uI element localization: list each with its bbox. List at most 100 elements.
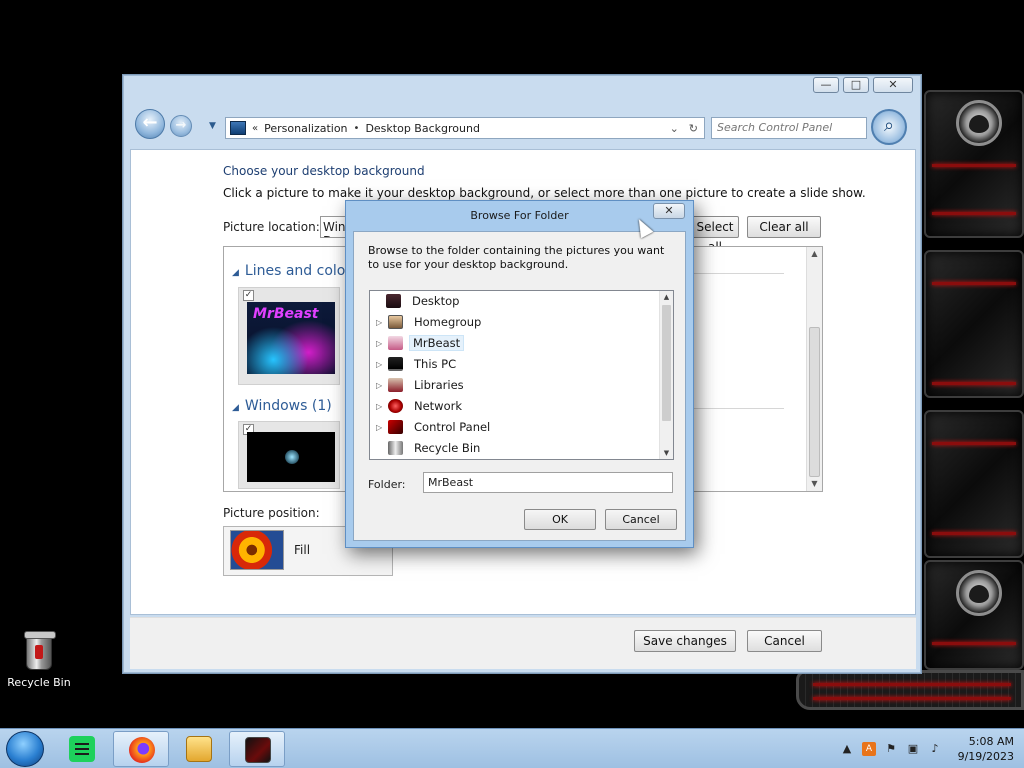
control-panel-icon	[230, 121, 246, 135]
homegroup-icon	[388, 315, 403, 329]
picture-checkbox[interactable]: ✓	[243, 290, 254, 301]
action-center-flag-icon[interactable]: ⚑	[884, 742, 898, 756]
clock-time: 5:08 AM	[968, 735, 1014, 748]
forward-arrow-icon: →	[175, 118, 187, 133]
ok-button[interactable]: OK	[524, 509, 596, 530]
breadcrumb-personalization[interactable]: Personalization	[264, 122, 347, 135]
tree-item-network[interactable]: ▷ Network	[376, 396, 467, 416]
expand-arrow-icon[interactable]: ▷	[376, 339, 388, 348]
picture-list-scrollbar[interactable]: ▲ ▼	[806, 247, 822, 491]
back-arrow-icon: ←	[142, 112, 158, 133]
libraries-icon	[388, 378, 403, 392]
refresh-icon[interactable]: ↻	[689, 122, 698, 135]
picture-thumbnail[interactable]: ✓	[238, 287, 340, 385]
forward-button[interactable]: →	[170, 115, 192, 137]
network-icon	[388, 399, 403, 413]
desktop-icon	[386, 294, 401, 308]
folder-label: Folder:	[368, 478, 406, 491]
tree-item-recycle-bin[interactable]: Recycle Bin	[376, 438, 485, 458]
alien-logo-icon	[956, 100, 1002, 146]
recent-pages-dropdown[interactable]: ▼	[209, 121, 216, 131]
taskbar-notes-app[interactable]	[54, 731, 110, 767]
folder-input[interactable]: MrBeast	[423, 472, 673, 493]
firefox-icon	[129, 737, 155, 763]
dialog-cancel-button[interactable]: Cancel	[605, 509, 677, 530]
search-icon: ⌕	[883, 115, 895, 136]
desktop-icon-label: Recycle Bin	[7, 676, 71, 689]
desktop-recycle-bin[interactable]: Recycle Bin	[4, 631, 74, 689]
collapse-triangle-icon: ◢	[232, 268, 239, 278]
taskbar-file-explorer[interactable]	[171, 731, 227, 767]
mrbeast-wallpaper-image	[247, 302, 335, 374]
dialog-close-button[interactable]: ✕	[653, 203, 685, 219]
scroll-down-arrow-icon[interactable]: ▼	[660, 447, 673, 459]
start-button[interactable]	[6, 731, 44, 767]
taskbar-firefox[interactable]	[113, 731, 169, 767]
user-folder-icon	[388, 336, 403, 350]
recycle-bin-icon	[24, 631, 56, 670]
expand-arrow-icon[interactable]: ▷	[376, 423, 388, 432]
address-bar[interactable]: « Personalization • Desktop Background ⌄…	[225, 117, 705, 139]
save-changes-button[interactable]: Save changes	[634, 630, 736, 652]
folder-tree[interactable]: Desktop ▷ Homegroup ▷ MrBeast ▷ This PC ▷ Li…	[369, 290, 674, 460]
scrollbar-thumb[interactable]	[809, 327, 820, 477]
breadcrumb-desktop-background[interactable]: Desktop Background	[365, 122, 480, 135]
taskbar-media-app[interactable]	[229, 731, 285, 767]
group-header-windows[interactable]: ◢ Windows (1)	[232, 398, 332, 414]
search-input[interactable]: Search Control Panel	[711, 117, 867, 139]
maximize-button[interactable]: □	[843, 77, 869, 93]
tree-item-control-panel[interactable]: ▷ Control Panel	[376, 417, 495, 437]
folder-tree-scrollbar[interactable]: ▲ ▼	[659, 291, 673, 459]
system-tray: ▲ A ⚑ ▣ ♪ 5:08 AM 9/19/2023	[840, 729, 1024, 768]
tree-item-libraries[interactable]: ▷ Libraries	[376, 375, 469, 395]
windows-wallpaper-image	[247, 432, 335, 482]
position-preview-image	[230, 530, 284, 570]
gadget-panel	[924, 410, 1024, 558]
expand-arrow-icon[interactable]: ▷	[376, 318, 388, 327]
tree-item-mrbeast[interactable]: ▷ MrBeast	[376, 333, 465, 353]
taskbar: ▲ A ⚑ ▣ ♪ 5:08 AM 9/19/2023	[0, 728, 1024, 768]
expand-arrow-icon[interactable]: ▷	[376, 381, 388, 390]
media-app-icon	[245, 737, 271, 763]
caption-buttons: — □ ✕	[813, 77, 913, 93]
dialog-description: Browse to the folder containing the pict…	[368, 244, 665, 271]
tree-item-this-pc[interactable]: ▷ This PC	[376, 354, 461, 374]
address-dropdown-icon[interactable]: ⌄	[670, 122, 679, 135]
breadcrumb-overflow[interactable]: «	[252, 123, 258, 134]
scroll-down-arrow-icon[interactable]: ▼	[807, 477, 822, 491]
minimize-button[interactable]: —	[813, 77, 839, 93]
window-footer: Save changes Cancel	[130, 617, 916, 669]
tree-item-homegroup[interactable]: ▷ Homegroup	[376, 312, 486, 332]
expand-arrow-icon[interactable]: ▷	[376, 402, 388, 411]
dialog-body: Browse to the folder containing the pict…	[353, 231, 686, 541]
picture-position-value: Fill	[294, 543, 311, 557]
clock-date: 9/19/2023	[957, 750, 1014, 763]
page-description: Click a picture to make it your desktop …	[223, 186, 866, 200]
network-tray-icon[interactable]: ▣	[906, 742, 920, 756]
show-hidden-icons-icon[interactable]: ▲	[840, 742, 854, 756]
antivirus-tray-icon[interactable]: A	[862, 742, 876, 756]
search-button[interactable]: ⌕	[871, 109, 907, 145]
desktop-gadget	[796, 90, 1024, 710]
scroll-up-arrow-icon[interactable]: ▲	[660, 291, 673, 303]
computer-icon	[388, 357, 403, 371]
group-header-lines-and-colors[interactable]: ◢ Lines and colors	[232, 263, 358, 279]
gadget-panel	[924, 560, 1024, 670]
back-button[interactable]: ←	[135, 109, 165, 139]
tree-item-desktop[interactable]: Desktop	[374, 291, 464, 311]
expand-arrow-icon[interactable]: ▷	[376, 360, 388, 369]
close-button[interactable]: ✕	[873, 77, 913, 93]
gadget-panel	[924, 250, 1024, 398]
cancel-button[interactable]: Cancel	[747, 630, 822, 652]
volume-icon[interactable]: ♪	[928, 742, 942, 756]
scroll-up-arrow-icon[interactable]: ▲	[807, 247, 822, 261]
clock[interactable]: 5:08 AM 9/19/2023	[950, 734, 1014, 764]
alien-logo-icon	[956, 570, 1002, 616]
gadget-base	[796, 670, 1024, 710]
clear-all-button[interactable]: Clear all	[747, 216, 821, 238]
gadget-panel	[924, 90, 1024, 238]
picture-thumbnail[interactable]: ✓	[238, 421, 340, 489]
scrollbar-thumb[interactable]	[662, 305, 671, 421]
collapse-triangle-icon: ◢	[232, 403, 239, 413]
control-panel-icon	[388, 420, 403, 434]
